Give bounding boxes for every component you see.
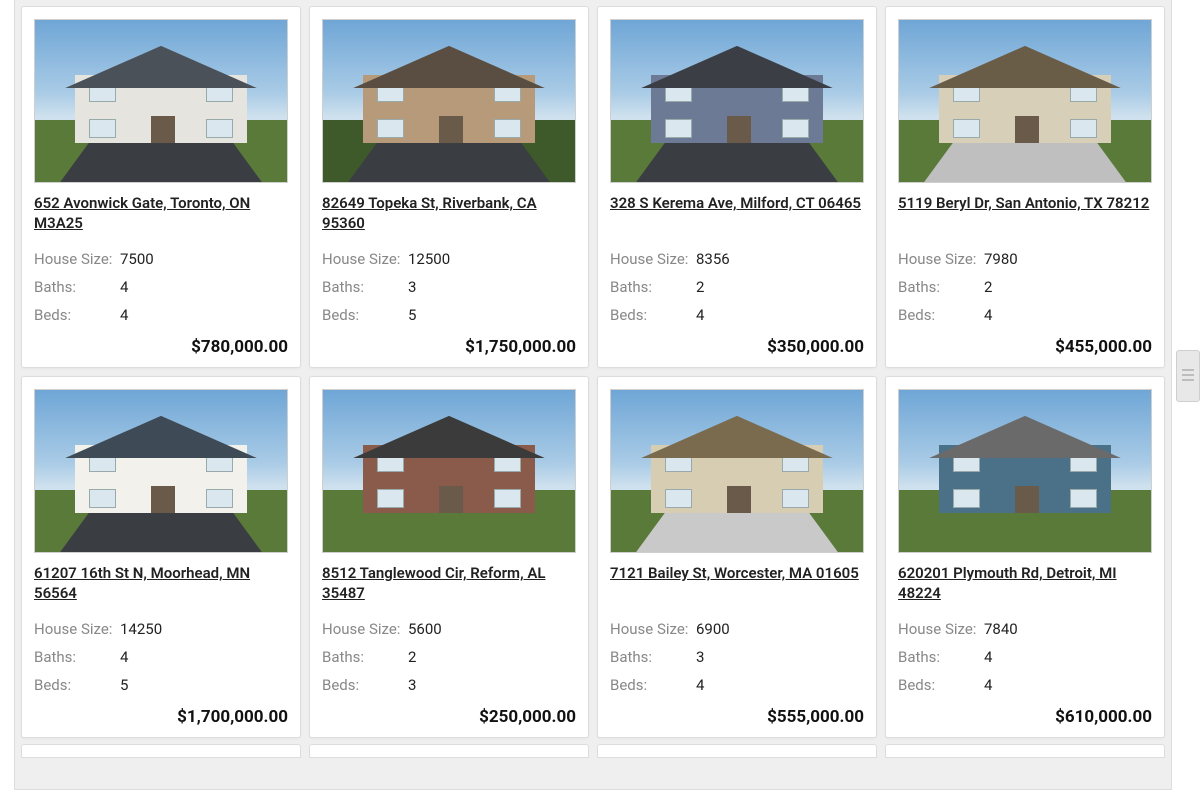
- house-size-value: 7500: [120, 245, 154, 273]
- baths-value: 3: [408, 273, 416, 301]
- house-size-label: House Size:: [610, 245, 696, 273]
- listing-price: $610,000.00: [898, 707, 1152, 727]
- beds-label: Beds:: [898, 671, 984, 699]
- listing-photo[interactable]: [610, 19, 864, 183]
- beds-label: Beds:: [610, 671, 696, 699]
- listing-specs: House Size: 7840 Baths: 4 Beds: 4: [898, 615, 1152, 699]
- house-size-label: House Size:: [898, 245, 984, 273]
- house-size-value: 5600: [408, 615, 442, 643]
- house-size-label: House Size:: [34, 245, 120, 273]
- house-size-value: 12500: [408, 245, 450, 273]
- house-size-label: House Size:: [898, 615, 984, 643]
- listing-price: $1,700,000.00: [34, 707, 288, 727]
- listing-specs: House Size: 6900 Baths: 3 Beds: 4: [610, 615, 864, 699]
- beds-value: 5: [120, 671, 128, 699]
- baths-label: Baths:: [610, 643, 696, 671]
- beds-value: 4: [984, 301, 992, 329]
- baths-label: Baths:: [34, 643, 120, 671]
- listings-panel: 652 Avonwick Gate, Toronto, ON M3A25 Hou…: [14, 0, 1172, 790]
- listing-photo[interactable]: [322, 389, 576, 553]
- listing-specs: House Size: 14250 Baths: 4 Beds: 5: [34, 615, 288, 699]
- beds-label: Beds:: [34, 301, 120, 329]
- listing-address-link[interactable]: 8512 Tanglewood Cir, Reform, AL 35487: [322, 563, 576, 605]
- listing-photo[interactable]: [322, 19, 576, 183]
- listing-specs: House Size: 5600 Baths: 2 Beds: 3: [322, 615, 576, 699]
- baths-label: Baths:: [322, 643, 408, 671]
- baths-value: 2: [984, 273, 992, 301]
- baths-label: Baths:: [898, 643, 984, 671]
- listing-photo[interactable]: [34, 389, 288, 553]
- listing-address-link[interactable]: 61207 16th St N, Moorhead, MN 56564: [34, 563, 288, 605]
- listing-specs: House Size: 12500 Baths: 3 Beds: 5: [322, 245, 576, 329]
- listing-card-stub: [21, 744, 301, 758]
- listing-price: $1,750,000.00: [322, 337, 576, 357]
- beds-label: Beds:: [610, 301, 696, 329]
- baths-label: Baths:: [322, 273, 408, 301]
- listing-photo[interactable]: [898, 19, 1152, 183]
- listing-price: $350,000.00: [610, 337, 864, 357]
- listing-card[interactable]: 7121 Bailey St, Worcester, MA 01605 Hous…: [597, 376, 877, 738]
- vertical-scrollbar[interactable]: [1176, 350, 1200, 402]
- house-size-label: House Size:: [610, 615, 696, 643]
- beds-label: Beds:: [898, 301, 984, 329]
- house-size-value: 7980: [984, 245, 1018, 273]
- listing-card[interactable]: 620201 Plymouth Rd, Detroit, MI 48224 Ho…: [885, 376, 1165, 738]
- listing-card-stub: [309, 744, 589, 758]
- listings-grid: 652 Avonwick Gate, Toronto, ON M3A25 Hou…: [15, 0, 1171, 744]
- resize-grip[interactable]: [573, 779, 613, 787]
- beds-value: 5: [408, 301, 416, 329]
- listing-card-stub: [597, 744, 877, 758]
- listing-specs: House Size: 7500 Baths: 4 Beds: 4: [34, 245, 288, 329]
- baths-value: 3: [696, 643, 704, 671]
- listing-card[interactable]: 652 Avonwick Gate, Toronto, ON M3A25 Hou…: [21, 6, 301, 368]
- listing-price: $780,000.00: [34, 337, 288, 357]
- beds-label: Beds:: [34, 671, 120, 699]
- baths-label: Baths:: [610, 273, 696, 301]
- baths-value: 4: [120, 273, 128, 301]
- listing-card-stub: [885, 744, 1165, 758]
- house-size-value: 7840: [984, 615, 1018, 643]
- beds-value: 3: [408, 671, 416, 699]
- house-size-label: House Size:: [322, 615, 408, 643]
- listing-photo[interactable]: [610, 389, 864, 553]
- listing-address-link[interactable]: 7121 Bailey St, Worcester, MA 01605: [610, 563, 864, 605]
- baths-label: Baths:: [898, 273, 984, 301]
- beds-label: Beds:: [322, 671, 408, 699]
- house-size-value: 6900: [696, 615, 730, 643]
- baths-label: Baths:: [34, 273, 120, 301]
- listing-address-link[interactable]: 328 S Kerema Ave, Milford, CT 06465: [610, 193, 864, 235]
- listing-price: $250,000.00: [322, 707, 576, 727]
- listing-card[interactable]: 8512 Tanglewood Cir, Reform, AL 35487 Ho…: [309, 376, 589, 738]
- beds-label: Beds:: [322, 301, 408, 329]
- listing-address-link[interactable]: 82649 Topeka St, Riverbank, CA 95360: [322, 193, 576, 235]
- beds-value: 4: [696, 671, 704, 699]
- house-size-value: 8356: [696, 245, 730, 273]
- listing-address-link[interactable]: 5119 Beryl Dr, San Antonio, TX 78212: [898, 193, 1152, 235]
- house-size-label: House Size:: [322, 245, 408, 273]
- listing-card[interactable]: 5119 Beryl Dr, San Antonio, TX 78212 Hou…: [885, 6, 1165, 368]
- baths-value: 4: [120, 643, 128, 671]
- baths-value: 4: [984, 643, 992, 671]
- beds-value: 4: [696, 301, 704, 329]
- listing-card[interactable]: 61207 16th St N, Moorhead, MN 56564 Hous…: [21, 376, 301, 738]
- listing-address-link[interactable]: 652 Avonwick Gate, Toronto, ON M3A25: [34, 193, 288, 235]
- baths-value: 2: [696, 273, 704, 301]
- listing-card[interactable]: 82649 Topeka St, Riverbank, CA 95360 Hou…: [309, 6, 589, 368]
- listing-photo[interactable]: [34, 19, 288, 183]
- listing-address-link[interactable]: 620201 Plymouth Rd, Detroit, MI 48224: [898, 563, 1152, 605]
- listing-specs: House Size: 8356 Baths: 2 Beds: 4: [610, 245, 864, 329]
- beds-value: 4: [120, 301, 128, 329]
- listing-card[interactable]: 328 S Kerema Ave, Milford, CT 06465 Hous…: [597, 6, 877, 368]
- listing-price: $555,000.00: [610, 707, 864, 727]
- next-row-peek: [15, 744, 1171, 758]
- listing-specs: House Size: 7980 Baths: 2 Beds: 4: [898, 245, 1152, 329]
- house-size-value: 14250: [120, 615, 162, 643]
- listing-price: $455,000.00: [898, 337, 1152, 357]
- baths-value: 2: [408, 643, 416, 671]
- listing-photo[interactable]: [898, 389, 1152, 553]
- house-size-label: House Size:: [34, 615, 120, 643]
- beds-value: 4: [984, 671, 992, 699]
